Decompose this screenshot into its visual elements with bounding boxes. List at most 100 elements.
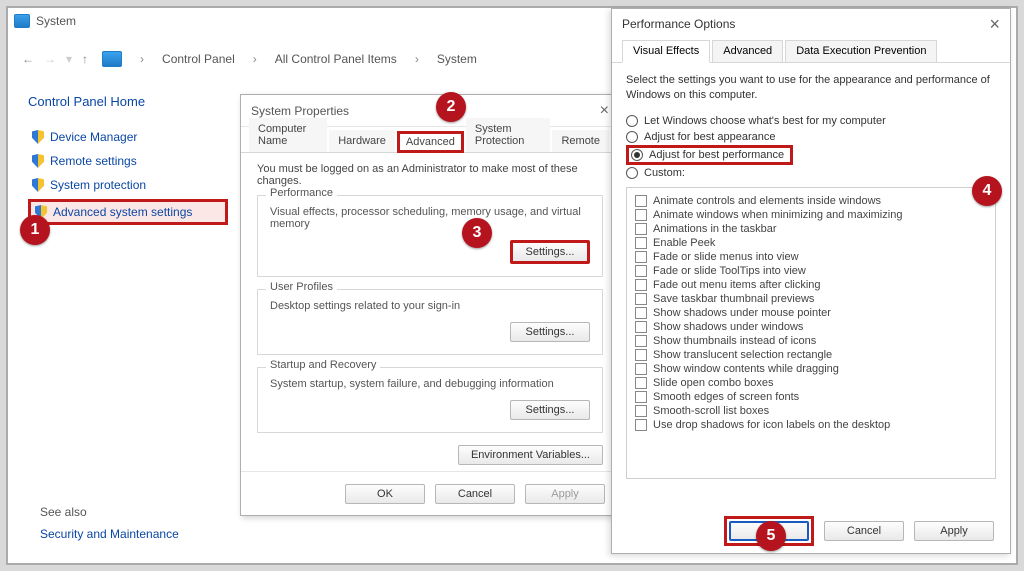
back-icon[interactable]: ← xyxy=(22,52,34,66)
check-label: Animate windows when minimizing and maxi… xyxy=(653,209,902,221)
checkbox-icon xyxy=(635,335,647,347)
check-label: Fade out menu items after clicking xyxy=(653,279,821,291)
see-also-heading: See also xyxy=(40,505,179,519)
tab-system-protection[interactable]: System Protection xyxy=(466,118,551,152)
radio-label: Adjust for best performance xyxy=(649,149,784,161)
check-item[interactable]: Slide open combo boxes xyxy=(635,376,987,390)
sidebar-item-label: Device Manager xyxy=(50,130,137,144)
check-label: Smooth edges of screen fonts xyxy=(653,391,799,403)
tab-hardware[interactable]: Hardware xyxy=(329,130,395,152)
check-item[interactable]: Show shadows under mouse pointer xyxy=(635,306,987,320)
cancel-button[interactable]: Cancel xyxy=(824,521,904,541)
visual-effects-desc: Select the settings you want to use for … xyxy=(626,73,996,103)
sidebar-item-advanced-system-settings[interactable]: Advanced system settings xyxy=(28,199,228,225)
check-item[interactable]: Smooth-scroll list boxes xyxy=(635,404,987,418)
group-desc: System startup, system failure, and debu… xyxy=(270,378,590,390)
performance-options-tabs: Visual Effects Advanced Data Execution P… xyxy=(612,39,1010,63)
breadcrumb-mid[interactable]: All Control Panel Items xyxy=(275,52,397,66)
check-item[interactable]: Show thumbnails instead of icons xyxy=(635,334,987,348)
check-item[interactable]: Smooth edges of screen fonts xyxy=(635,390,987,404)
checkbox-icon xyxy=(635,419,647,431)
callout-badge-5: 5 xyxy=(756,521,786,551)
checkbox-icon xyxy=(635,265,647,277)
visual-effects-list[interactable]: Animate controls and elements inside win… xyxy=(626,187,996,479)
shield-icon xyxy=(32,154,44,168)
check-item[interactable]: Enable Peek xyxy=(635,236,987,250)
system-properties-dialog: System Properties × Computer Name Hardwa… xyxy=(240,94,620,516)
check-item[interactable]: Save taskbar thumbnail previews xyxy=(635,292,987,306)
performance-options-dialog: Performance Options × Visual Effects Adv… xyxy=(611,8,1011,554)
apply-button[interactable]: Apply xyxy=(525,484,605,504)
control-panel-home[interactable]: Control Panel Home xyxy=(28,94,228,109)
sidebar-item-label: Advanced system settings xyxy=(53,205,192,219)
group-performance: Performance Visual effects, processor sc… xyxy=(257,195,603,277)
shield-icon xyxy=(32,178,44,192)
checkbox-icon xyxy=(635,279,647,291)
performance-settings-button[interactable]: Settings... xyxy=(510,240,590,264)
radio-label: Adjust for best appearance xyxy=(644,131,775,143)
sidebar-item-remote-settings[interactable]: Remote settings xyxy=(28,151,228,171)
check-label: Animations in the taskbar xyxy=(653,223,777,235)
check-item[interactable]: Show shadows under windows xyxy=(635,320,987,334)
breadcrumb-leaf[interactable]: System xyxy=(437,52,477,66)
tab-visual-effects[interactable]: Visual Effects xyxy=(622,40,710,63)
checkbox-icon xyxy=(635,223,647,235)
radio-icon xyxy=(626,115,638,127)
apply-button[interactable]: Apply xyxy=(914,521,994,541)
check-item[interactable]: Animate controls and elements inside win… xyxy=(635,194,987,208)
sidebar-item-system-protection[interactable]: System protection xyxy=(28,175,228,195)
radio-best-performance[interactable]: Adjust for best performance xyxy=(626,145,793,165)
check-item[interactable]: Show window contents while dragging xyxy=(635,362,987,376)
tab-advanced[interactable]: Advanced xyxy=(397,131,464,153)
check-item[interactable]: Animations in the taskbar xyxy=(635,222,987,236)
user-profiles-settings-button[interactable]: Settings... xyxy=(510,322,590,342)
check-label: Fade or slide ToolTips into view xyxy=(653,265,806,277)
tab-dep[interactable]: Data Execution Prevention xyxy=(785,40,937,62)
sidebar-item-label: Remote settings xyxy=(50,154,137,168)
tab-computer-name[interactable]: Computer Name xyxy=(249,118,327,152)
check-item[interactable]: Show translucent selection rectangle xyxy=(635,348,987,362)
up-icon[interactable]: ↑ xyxy=(82,52,88,66)
callout-badge-2: 2 xyxy=(436,92,466,122)
callout-badge-4: 4 xyxy=(972,176,1002,206)
tab-remote[interactable]: Remote xyxy=(552,130,609,152)
check-item[interactable]: Fade or slide menus into view xyxy=(635,250,987,264)
close-icon[interactable]: × xyxy=(600,102,609,120)
see-also-link[interactable]: Security and Maintenance xyxy=(40,527,179,541)
checkbox-icon xyxy=(635,349,647,361)
sidebar: Control Panel Home Device Manager Remote… xyxy=(28,94,228,229)
environment-variables-button[interactable]: Environment Variables... xyxy=(458,445,603,465)
startup-settings-button[interactable]: Settings... xyxy=(510,400,590,420)
radio-icon xyxy=(626,131,638,143)
ok-button[interactable]: OK xyxy=(345,484,425,504)
group-desc: Visual effects, processor scheduling, me… xyxy=(270,206,590,230)
close-icon[interactable]: × xyxy=(989,14,1000,35)
tab-advanced[interactable]: Advanced xyxy=(712,40,783,62)
callout-badge-3: 3 xyxy=(462,218,492,248)
check-label: Show shadows under mouse pointer xyxy=(653,307,831,319)
radio-best-appearance[interactable]: Adjust for best appearance xyxy=(626,129,996,145)
check-item[interactable]: Fade or slide ToolTips into view xyxy=(635,264,987,278)
checkbox-icon xyxy=(635,293,647,305)
group-title: Startup and Recovery xyxy=(266,359,380,371)
check-label: Smooth-scroll list boxes xyxy=(653,405,769,417)
check-label: Use drop shadows for icon labels on the … xyxy=(653,419,890,431)
forward-icon[interactable]: → xyxy=(44,52,56,66)
check-item[interactable]: Animate windows when minimizing and maxi… xyxy=(635,208,987,222)
radio-custom[interactable]: Custom: xyxy=(626,165,996,181)
radio-let-windows-choose[interactable]: Let Windows choose what's best for my co… xyxy=(626,113,996,129)
sidebar-item-device-manager[interactable]: Device Manager xyxy=(28,127,228,147)
checkbox-icon xyxy=(635,307,647,319)
system-icon xyxy=(14,14,30,28)
checkbox-icon xyxy=(635,321,647,333)
dialog-title: System Properties xyxy=(251,104,349,118)
checkbox-icon xyxy=(635,363,647,375)
see-also-section: See also Security and Maintenance xyxy=(40,505,179,541)
system-properties-buttons: OK Cancel Apply xyxy=(241,471,619,515)
check-label: Show translucent selection rectangle xyxy=(653,349,832,361)
check-label: Show thumbnails instead of icons xyxy=(653,335,816,347)
check-item[interactable]: Use drop shadows for icon labels on the … xyxy=(635,418,987,432)
cancel-button[interactable]: Cancel xyxy=(435,484,515,504)
breadcrumb-root[interactable]: Control Panel xyxy=(162,52,235,66)
check-item[interactable]: Fade out menu items after clicking xyxy=(635,278,987,292)
